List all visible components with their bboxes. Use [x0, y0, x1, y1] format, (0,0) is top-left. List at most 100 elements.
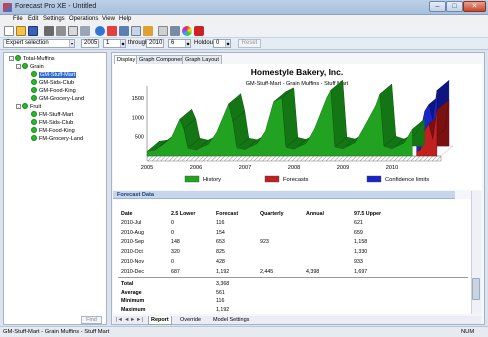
legend-swatch	[366, 175, 382, 183]
nav-prev-icon[interactable]: ◄	[124, 316, 129, 324]
holdout-value: 0	[216, 40, 220, 46]
forecast-data-table: Date 2.5 Lower Forecast Quarterly Annual 97.5…	[113, 199, 471, 314]
new-icon[interactable]	[4, 26, 14, 36]
summary-label: Minimum	[121, 298, 145, 305]
tree-item-total-muffins[interactable]: - Total-Muffins	[9, 55, 55, 63]
table-cell-date: 2010-Oct	[121, 249, 143, 256]
method-select[interactable]: Expert selection ▾	[3, 39, 75, 48]
tree-item-gm-sids-club[interactable]: GM-Sids-Club	[31, 79, 74, 87]
collapse-icon[interactable]: -	[16, 64, 21, 69]
tree-item-label: FM-Stuff-Mart	[39, 112, 74, 118]
summary-value: 116	[216, 298, 225, 305]
column-header: Forecast	[216, 211, 239, 217]
start-period-value: 1	[106, 40, 110, 46]
nav-next-icon[interactable]: ►	[130, 316, 135, 324]
scrollbar-thumb[interactable]	[472, 278, 480, 300]
copy-icon[interactable]	[158, 26, 168, 36]
menu-help[interactable]: Help	[119, 16, 131, 22]
tree-item-label: GM-Food-King	[39, 88, 76, 94]
control-bar: Expert selection ▾ 2005 1 ◆ through 2010…	[0, 38, 488, 50]
menu-view[interactable]: View	[102, 16, 115, 22]
forecast-icon[interactable]	[107, 26, 117, 36]
table-cell: 653	[216, 239, 225, 246]
tab-display[interactable]: Display	[114, 55, 139, 64]
tree-item-fruit[interactable]: - Fruit	[16, 103, 41, 111]
start-year-input[interactable]: 2005	[81, 39, 99, 48]
menu-operations[interactable]: Operations	[69, 16, 98, 22]
holdout-input[interactable]: 0 ◆	[213, 39, 231, 48]
forecast-chart[interactable]: Homestyle Bakery, Inc. GM-Stuff-Mart - G…	[113, 64, 482, 190]
end-year-input[interactable]: 2010	[146, 39, 164, 48]
tree-item-grain[interactable]: - Grain	[16, 63, 44, 71]
settings-icon[interactable]	[44, 26, 54, 36]
nav-first-icon[interactable]: |◄	[116, 316, 123, 324]
tab-graph-layout[interactable]: Graph Layout	[182, 55, 222, 64]
color-wheel-icon[interactable]	[182, 26, 192, 36]
table-icon[interactable]	[131, 26, 141, 36]
tree-item-gm-grocery-land[interactable]: GM-Grocery-Land	[31, 95, 84, 103]
tree-item-gm-stuff-mart[interactable]: GM-Stuff-Mart	[31, 71, 77, 79]
collapse-icon[interactable]: -	[16, 104, 21, 109]
start-year-value: 2005	[84, 40, 98, 46]
x-tick-label: 2007	[239, 165, 251, 171]
find-button[interactable]: Find	[81, 316, 102, 324]
end-period-input[interactable]: 6 ◆	[168, 39, 191, 48]
table-cell-date: 2010-Dec	[121, 268, 144, 275]
menu-edit[interactable]: Edit	[28, 16, 38, 22]
node-icon	[22, 103, 28, 109]
report-icon[interactable]	[68, 26, 78, 36]
menu-settings[interactable]: Settings	[43, 16, 65, 22]
tree-item-fm-grocery-land[interactable]: FM-Grocery-Land	[31, 135, 83, 143]
nav-last-icon[interactable]: ►|	[136, 316, 143, 324]
x-tick-label: 2006	[190, 165, 202, 171]
legend-label: Confidence limits	[385, 177, 429, 183]
table-cell: 1,158	[354, 239, 368, 246]
summary-label: Total	[121, 281, 134, 287]
summary-label: Maximum	[121, 306, 146, 313]
table-cell: 116	[216, 220, 225, 226]
node-icon	[31, 119, 37, 125]
print-icon[interactable]	[80, 26, 90, 36]
minimize-button[interactable]: –	[429, 1, 446, 12]
method-value: Expert selection	[6, 40, 49, 46]
open-icon[interactable]	[16, 26, 26, 36]
start-period-input[interactable]: 1 ◆	[103, 39, 126, 48]
holdout-label: Holdout	[194, 40, 215, 46]
tree-item-label: Fruit	[30, 104, 42, 110]
tree-item-label: Grain	[30, 64, 44, 70]
collapse-icon[interactable]: -	[9, 56, 14, 61]
spinner-icon: ◆	[120, 40, 125, 47]
graph-icon[interactable]	[143, 26, 153, 36]
tab-override[interactable]: Override	[180, 316, 201, 324]
summary-divider	[118, 277, 468, 278]
help-icon[interactable]	[95, 26, 105, 36]
tree-item-fm-stuff-mart[interactable]: FM-Stuff-Mart	[31, 111, 73, 119]
table-cell: 320	[171, 249, 180, 256]
table-cell-date: 2010-Nov	[121, 258, 144, 265]
tree-item-fm-food-king[interactable]: FM-Food-King	[31, 127, 75, 135]
calendar-icon[interactable]	[119, 26, 129, 36]
reset-button[interactable]: Reset	[238, 39, 261, 48]
table-cell: 1,330	[354, 249, 368, 256]
tree-item-gm-food-king[interactable]: GM-Food-King	[31, 87, 76, 95]
item-tree[interactable]: - Total-Muffins - Grain GM-Stuff-Mart GM-S…	[3, 52, 107, 325]
table-cell: 825	[216, 249, 225, 256]
tools-icon[interactable]	[170, 26, 180, 36]
tab-report[interactable]: Report	[148, 316, 172, 325]
window-title: Forecast Pro XE - Untitled	[15, 3, 97, 10]
save-icon[interactable]	[28, 26, 38, 36]
y-tick-label: 1500	[132, 96, 144, 102]
table-cell: 4,398	[306, 268, 320, 275]
tree-item-label: FM-Food-King	[39, 128, 75, 134]
cut-icon[interactable]	[56, 26, 66, 36]
close-button[interactable]: ✕	[463, 1, 486, 12]
table-cell: 0	[171, 258, 174, 265]
table-cell: 1,697	[354, 268, 368, 275]
stop-icon[interactable]	[194, 26, 204, 36]
tab-model-settings[interactable]: Model Settings	[213, 316, 249, 324]
menu-file[interactable]: File	[13, 16, 23, 22]
node-icon	[31, 71, 37, 77]
chart-subtitle: GM-Stuff-Mart - Grain Muffins - Stuff Ma…	[246, 81, 349, 87]
maximize-button[interactable]: □	[446, 1, 463, 12]
tree-item-fm-sids-club[interactable]: FM-Sids-Club	[31, 119, 73, 127]
